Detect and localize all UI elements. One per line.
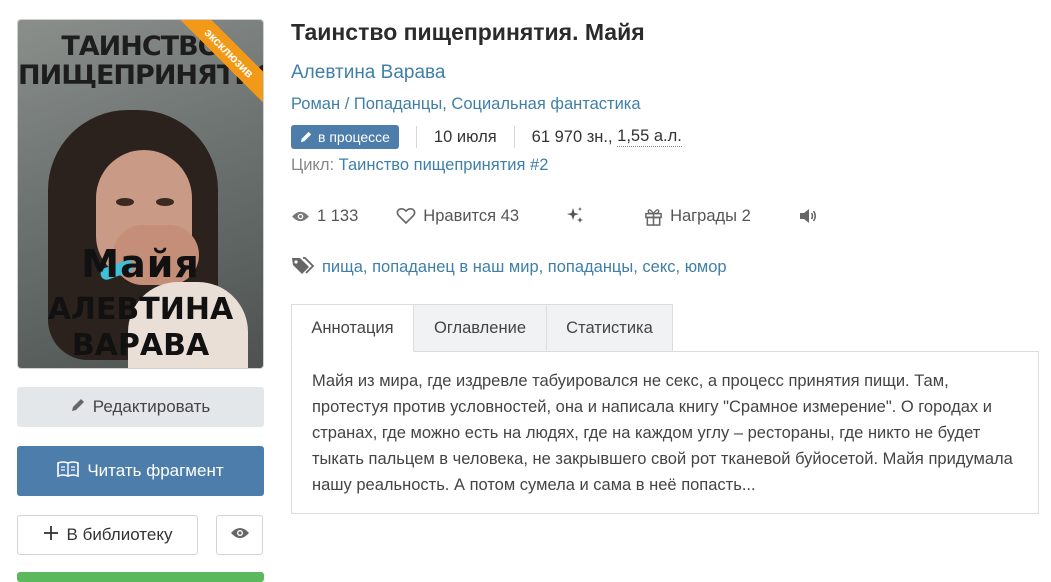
genres: Роман / Попаданцы, Социальная фантастика <box>291 95 641 113</box>
status-badge: в процессе <box>291 125 399 149</box>
book-title: Таинство пищепринятия. Майя <box>291 19 645 45</box>
cover-author-line2: ВАРАВА <box>71 328 210 363</box>
tabs: Аннотация Оглавление Статистика <box>291 304 673 352</box>
tag-link[interactable]: попаданец в наш мир <box>372 258 539 277</box>
read-fragment-label: Читать фрагмент <box>87 461 224 480</box>
sparkle-button[interactable] <box>565 206 592 226</box>
likes-count: 43 <box>500 206 520 225</box>
book-meta: в процессе 10 июля 61 970 зн., 1,55 а.л. <box>291 124 682 150</box>
edit-button[interactable]: Редактировать <box>17 387 264 427</box>
status-label: в процессе <box>318 129 390 145</box>
tab-contents-label: Оглавление <box>434 318 526 337</box>
watch-button[interactable] <box>216 515 263 555</box>
tab-contents[interactable]: Оглавление <box>413 304 547 352</box>
update-date: 10 июля <box>433 127 497 146</box>
pencil-icon <box>71 397 85 417</box>
tag-link[interactable]: секс <box>642 258 675 277</box>
pencil-icon <box>300 131 312 143</box>
audio-button[interactable] <box>799 208 824 224</box>
cycle-number: #2 <box>530 156 549 174</box>
sparkles-icon <box>567 207 584 223</box>
genre-link-social-fiction[interactable]: Социальная фантастика <box>451 95 640 113</box>
views-count: 1 133 <box>317 206 359 225</box>
book-cover[interactable]: ТАИНСТВО ПИЩЕПРИНЯТИЯ Майя АЛЕВТИНА ВАРА… <box>18 20 263 368</box>
tab-statistics-label: Статистика <box>566 318 653 337</box>
heart-icon <box>396 207 416 225</box>
tag-link[interactable]: юмор <box>685 258 727 277</box>
add-to-library-button[interactable]: В библиотеку <box>17 515 198 555</box>
cover-author-line1: АЛЕВТИНА <box>47 292 234 327</box>
plus-icon <box>43 525 59 546</box>
tag-link[interactable]: попаданцы <box>548 258 633 277</box>
awards-label: Награды <box>670 206 738 225</box>
stats-row: 1 133 Нравится 43 Награды 2 <box>291 204 824 228</box>
annotation-text: Майя из мира, где издревле табуировался … <box>312 372 1013 494</box>
gift-icon <box>645 208 662 226</box>
tab-annotation-label: Аннотация <box>311 318 394 337</box>
genre-link-popadantsy[interactable]: Попаданцы <box>354 95 442 113</box>
tab-annotation[interactable]: Аннотация <box>291 304 414 352</box>
tags-icon <box>291 256 315 279</box>
tags-row: пища, попаданец в наш мир, попаданцы, се… <box>291 256 727 279</box>
size-author-sheets: 1,55 а.л. <box>617 127 682 147</box>
cycle-link[interactable]: Таинство пищепринятия <box>339 156 526 174</box>
genre-link-novel[interactable]: Роман <box>291 95 340 113</box>
cover-author: АЛЕВТИНА ВАРАВА <box>18 292 263 364</box>
cycle-line: Цикл: Таинство пищепринятия #2 <box>291 156 548 175</box>
likes-label: Нравится <box>423 206 497 225</box>
add-to-library-label: В библиотеку <box>66 525 173 544</box>
like-button[interactable]: Нравится 43 <box>396 207 519 226</box>
eye-icon <box>230 525 250 545</box>
eye-icon <box>292 211 309 221</box>
cover-book-name: Майя <box>81 242 200 286</box>
tab-statistics[interactable]: Статистика <box>546 304 673 352</box>
views-stat: 1 133 <box>291 207 358 226</box>
speaker-icon <box>799 209 816 223</box>
author-link[interactable]: Алевтина Варава <box>291 62 445 84</box>
cover-eye-left <box>116 198 134 206</box>
cycle-label: Цикл: <box>291 156 335 174</box>
cover-eye-right <box>156 198 174 206</box>
book-icon <box>57 460 80 482</box>
awards-count: 2 <box>741 206 751 225</box>
edit-button-label: Редактировать <box>92 397 211 416</box>
read-fragment-button[interactable]: Читать фрагмент <box>17 446 264 496</box>
awards-button[interactable]: Награды 2 <box>644 207 751 226</box>
annotation-panel: Майя из мира, где издревле табуировался … <box>291 351 1039 514</box>
size-chars: 61 970 зн., <box>531 127 613 146</box>
tag-link[interactable]: пища <box>322 258 363 277</box>
green-action-button-partial[interactable] <box>17 572 264 582</box>
